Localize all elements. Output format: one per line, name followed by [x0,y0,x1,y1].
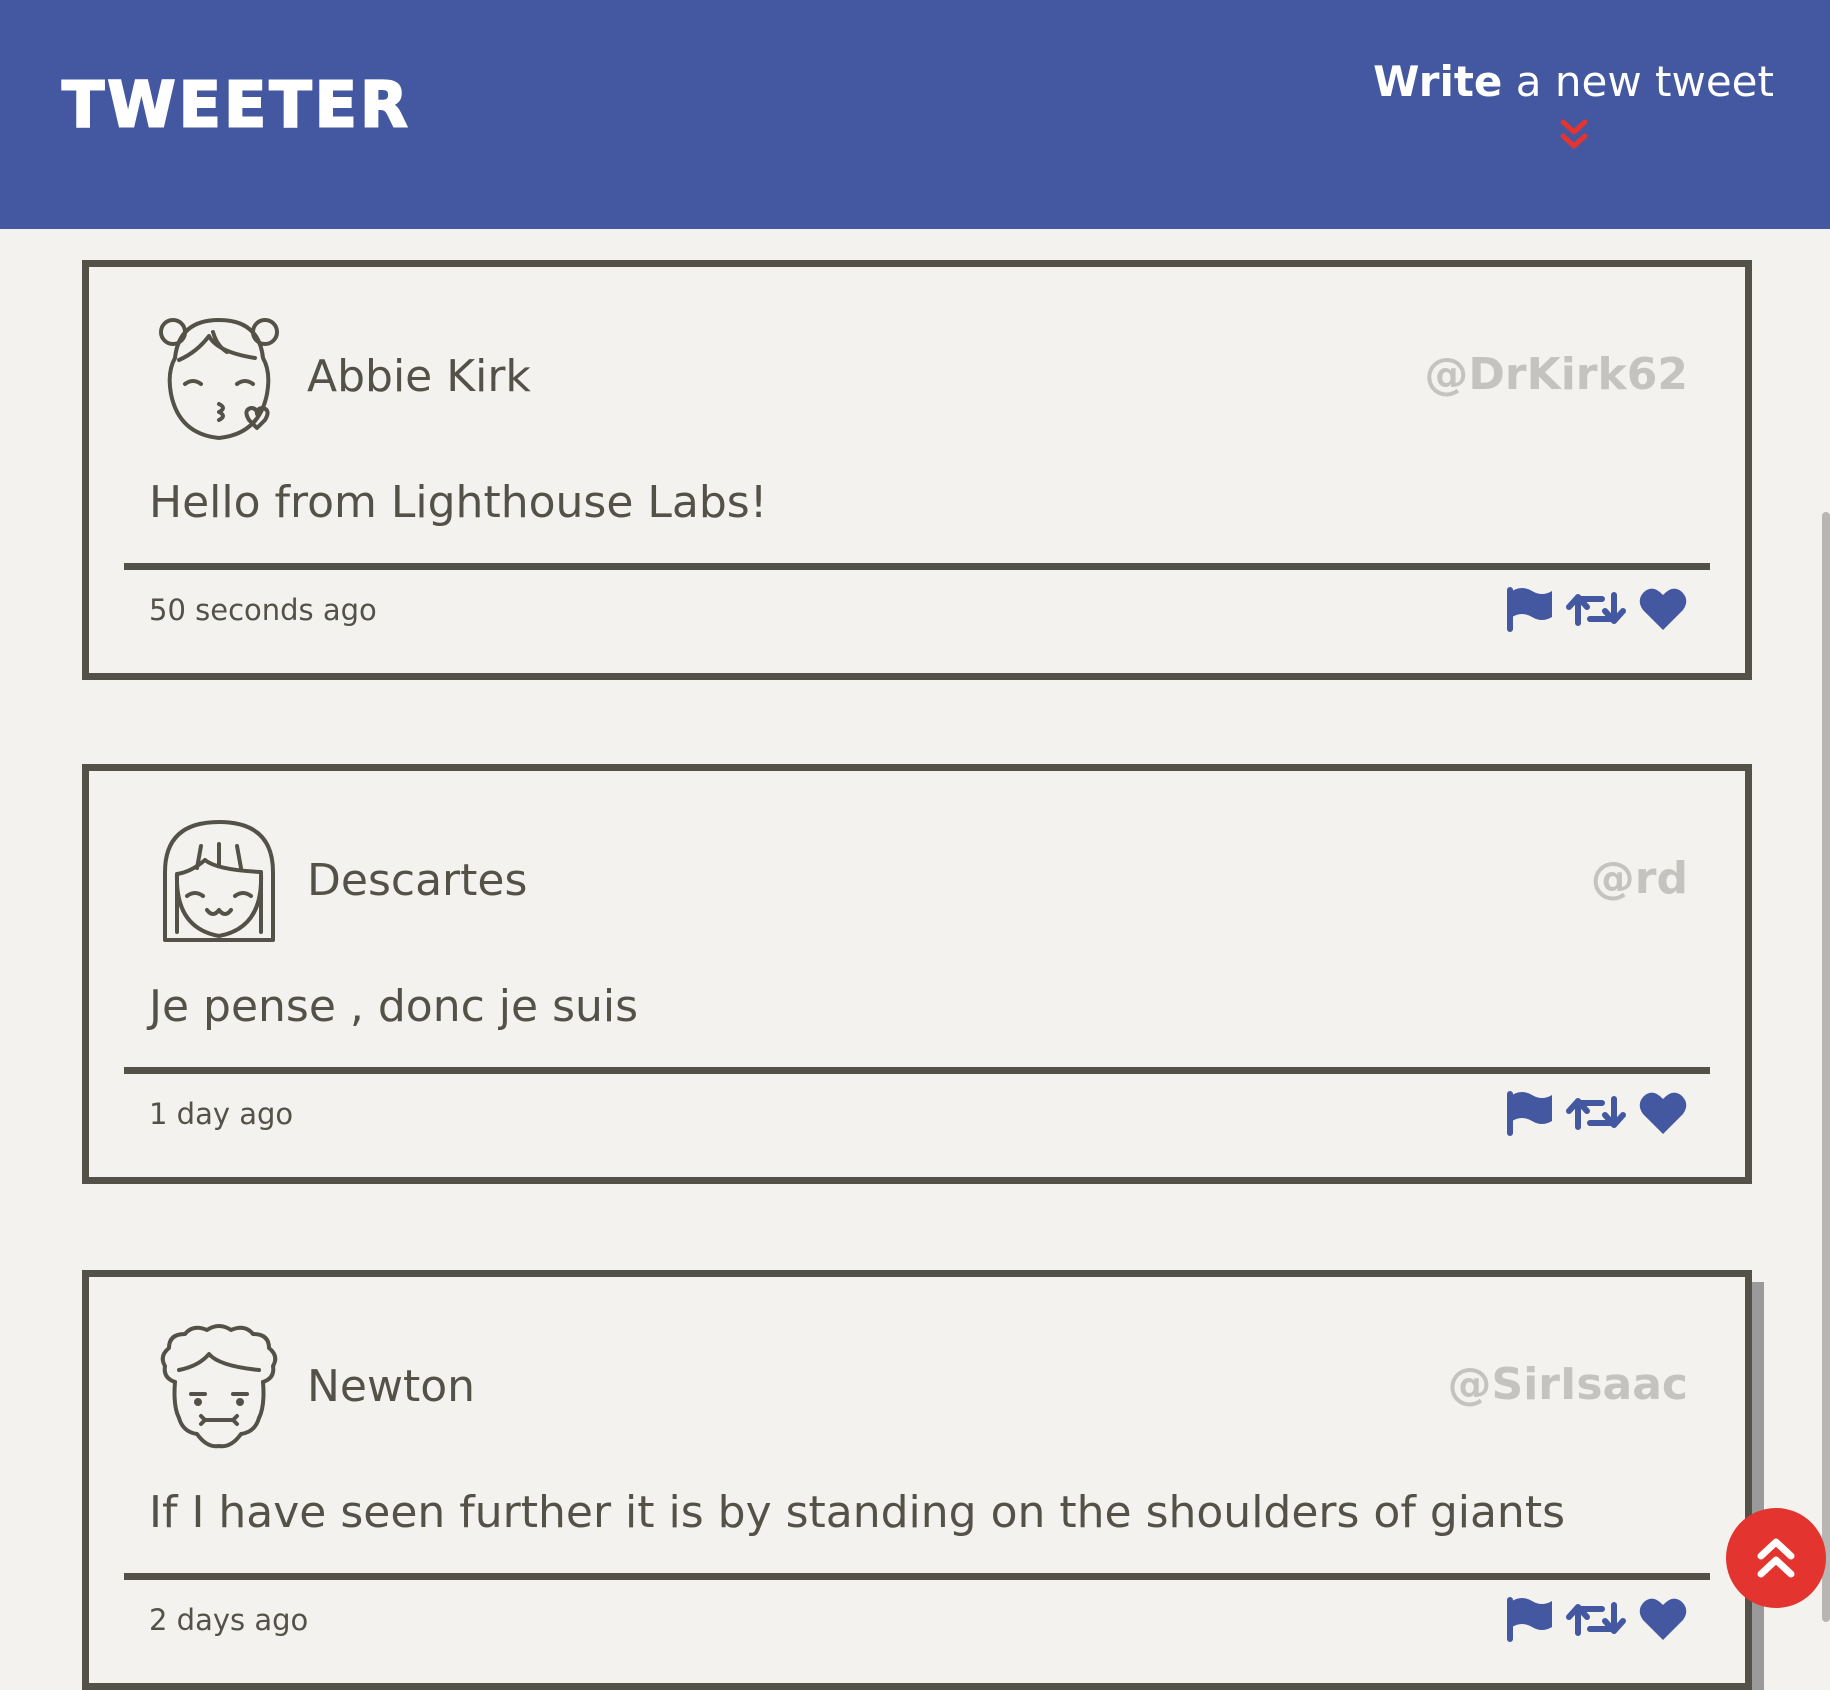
tweet-card: Descartes @rd Je pense , donc je suis 1 … [82,764,1752,1184]
tweet-timestamp: 2 days ago [149,1603,309,1637]
flag-icon[interactable] [1504,1595,1554,1643]
heart-icon[interactable] [1638,586,1688,632]
author-name: Descartes [307,855,528,906]
scroll-to-top-button[interactable] [1726,1508,1826,1608]
write-new-tweet-strong: Write [1373,57,1503,106]
tweet-card: Newton @SirIsaac If I have seen further … [82,1270,1752,1690]
tweet-actions [1492,1595,1688,1643]
tweet-timestamp: 1 day ago [149,1097,294,1131]
divider [124,1573,1710,1580]
write-new-tweet-label: Write a new tweet [1373,57,1774,106]
tweet-body: Hello from Lighthouse Labs! [149,477,768,528]
double-chevron-down-icon[interactable] [1556,118,1592,154]
girl-bob-avatar-icon [163,820,275,942]
girl-buns-kiss-avatar-icon [159,318,279,440]
author-name: Abbie Kirk [307,351,531,402]
tweet-body: If I have seen further it is by standing… [149,1487,1565,1538]
author-handle: @DrKirk62 [1424,349,1688,400]
curly-hair-avatar-icon [160,1324,278,1449]
flag-icon[interactable] [1504,1089,1554,1137]
heart-icon[interactable] [1638,1090,1688,1136]
author-handle: @rd [1590,853,1688,904]
write-new-tweet-rest: a new tweet [1502,57,1774,106]
tweet-actions [1492,585,1688,633]
tweet-actions [1492,1089,1688,1137]
page-scrollbar[interactable] [1822,512,1830,1622]
retweet-icon[interactable] [1566,1597,1626,1641]
heart-icon[interactable] [1638,1596,1688,1642]
tweet-card: Abbie Kirk @DrKirk62 Hello from Lighthou… [82,260,1752,680]
tweet-body: Je pense , donc je suis [149,981,639,1032]
double-chevron-up-icon [1757,1538,1795,1578]
app-logo[interactable]: TWEETER [61,72,411,137]
divider [124,563,1710,570]
flag-icon[interactable] [1504,585,1554,633]
divider [124,1067,1710,1074]
retweet-icon[interactable] [1566,587,1626,631]
author-handle: @SirIsaac [1447,1359,1689,1410]
author-name: Newton [307,1361,476,1412]
tweet-timestamp: 50 seconds ago [149,593,377,627]
retweet-icon[interactable] [1566,1091,1626,1135]
write-new-tweet-button[interactable]: Write a new tweet [1373,57,1774,149]
top-navbar: TWEETER Write a new tweet [0,0,1830,229]
